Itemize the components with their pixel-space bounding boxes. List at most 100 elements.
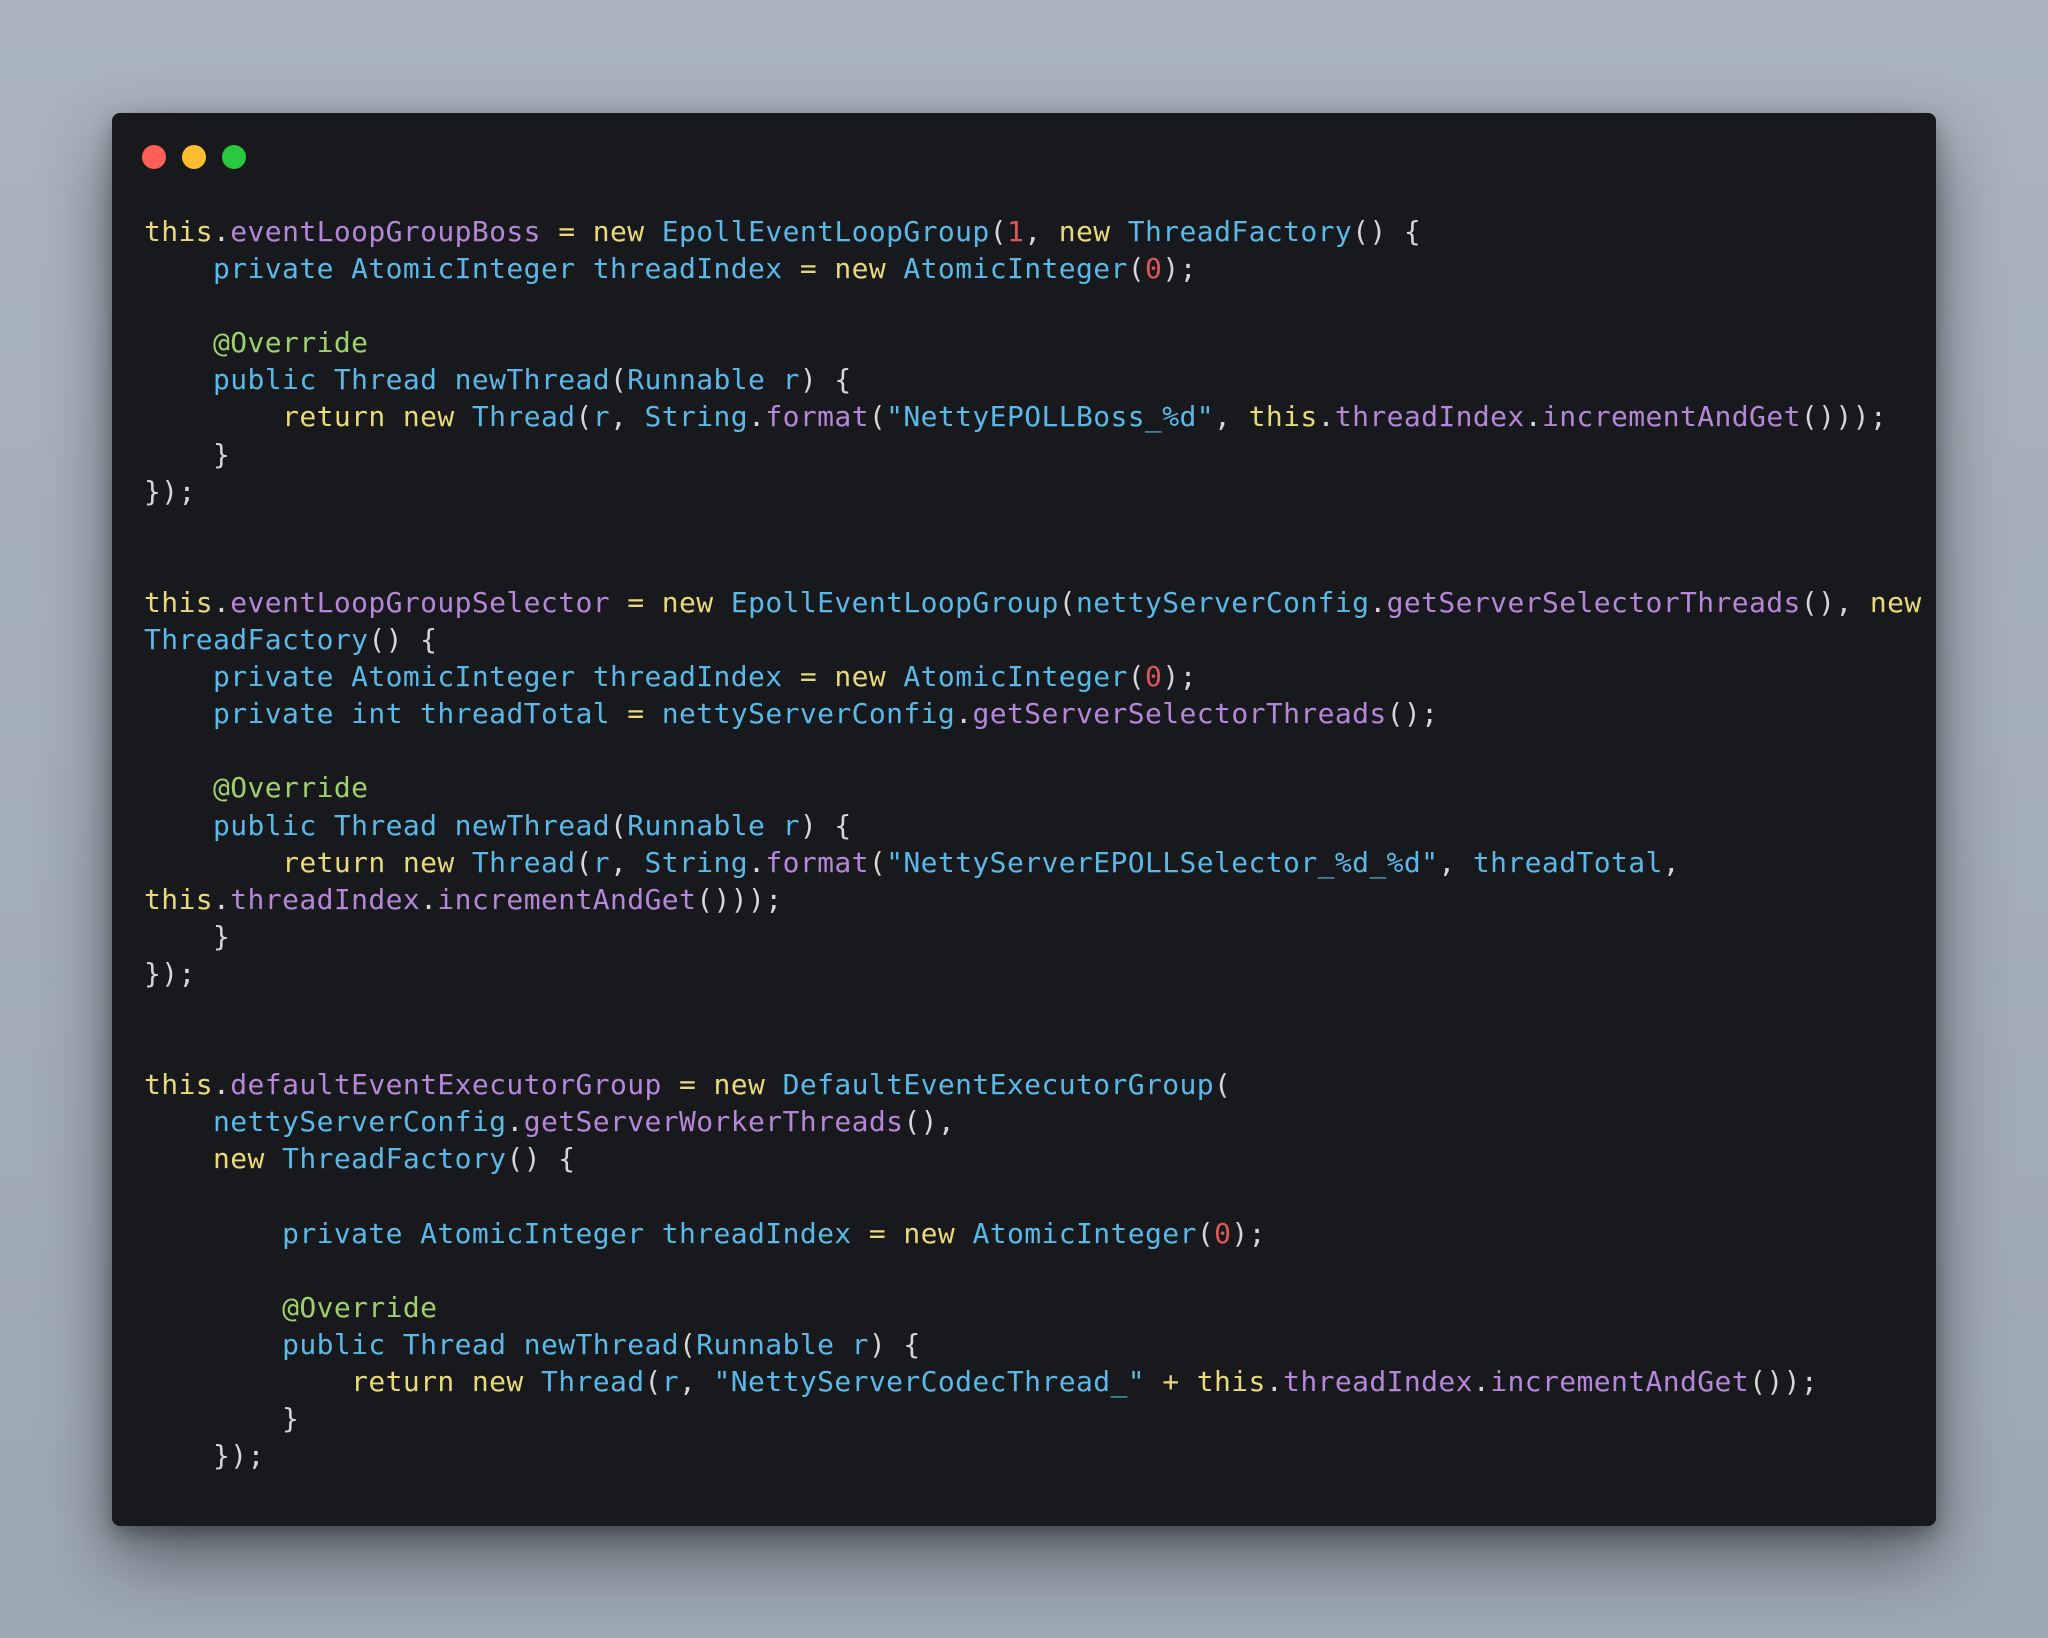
code-token: private [213,697,334,731]
code-line: } [144,436,1922,473]
code-token: new [1058,215,1111,248]
code-token: Thread [471,400,576,434]
code-token: threadIndex [1283,1364,1473,1398]
code-token: r [592,845,610,879]
minimize-window-button[interactable] [182,145,206,169]
code-token: private [282,1216,403,1250]
code-token: ( [609,808,628,842]
code-token: public [282,1327,386,1361]
code-token: = [558,215,576,248]
code-token: incrementAndGet [437,882,697,916]
code-token: 0 [1145,252,1163,286]
code-token: new [402,400,455,434]
code-token: . [748,400,766,434]
code-token: ( [609,363,628,397]
code-token: r [782,808,800,842]
code-token: ); [1162,660,1197,694]
code-token: nettyServerConfig [1075,585,1370,619]
close-window-button[interactable] [142,145,166,169]
code-line: nettyServerConfig.getServerWorkerThreads… [144,1103,1922,1140]
code-token: incrementAndGet [1541,400,1801,434]
code-token: format [765,845,869,879]
window-controls [142,145,262,169]
code-token: ( [868,400,887,434]
code-token: Runnable [627,363,766,397]
code-line: }); [144,955,1922,992]
code-token: Thread [540,1364,645,1398]
code-token: ); [1162,252,1197,286]
code-token: Runnable [627,808,766,842]
code-token: . [1369,585,1387,619]
code-token: }); [144,956,196,990]
code-token: ( [679,1327,697,1361]
code-token: ( [1127,660,1146,694]
code-line: this.defaultEventExecutorGroup = new Def… [144,1066,1922,1103]
code-token: () { [506,1142,576,1176]
code-token: . [1265,1364,1284,1398]
code-token: r [592,400,610,434]
code-token: , [1438,845,1473,879]
code-token: new [402,845,455,879]
code-token: , [1662,845,1681,879]
code-token: } [144,1402,300,1435]
code-token: @Override [213,771,369,805]
code-token: new [1869,585,1922,619]
code-token: private [213,660,334,694]
code-token: threadIndex [661,1216,852,1250]
code-token: ())); [1800,400,1888,434]
code-token: ThreadFactory [282,1142,507,1176]
code-line: ThreadFactory() { [144,621,1922,658]
code-token: . [955,697,973,731]
code-token: return [282,845,386,879]
code-token: ())); [696,882,783,916]
code-token: AtomicInteger [351,252,576,286]
code-token: ) { [868,1327,921,1361]
code-token: , [610,400,645,434]
code-token: Runnable [696,1327,835,1361]
code-token: r [661,1364,680,1398]
code-token: ) { [799,808,852,842]
code-token: } [144,437,231,471]
code-token: AtomicInteger [420,1216,645,1250]
code-token: Thread [333,808,438,842]
code-window: this.eventLoopGroupBoss = new EpollEvent… [112,113,1936,1526]
code-token: eventLoopGroupBoss [230,215,541,248]
code-token: newThread [454,808,610,842]
code-token: AtomicInteger [903,252,1128,286]
code-token: getServerSelectorThreads [972,697,1387,731]
code-token: getServerWorkerThreads [523,1105,904,1139]
code-token: new [903,1216,956,1250]
code-token: threadTotal [420,697,610,731]
code-token: "NettyEPOLLBoss_%d" [886,400,1215,434]
maximize-window-button[interactable] [222,145,246,169]
code-token: ThreadFactory [144,623,369,657]
